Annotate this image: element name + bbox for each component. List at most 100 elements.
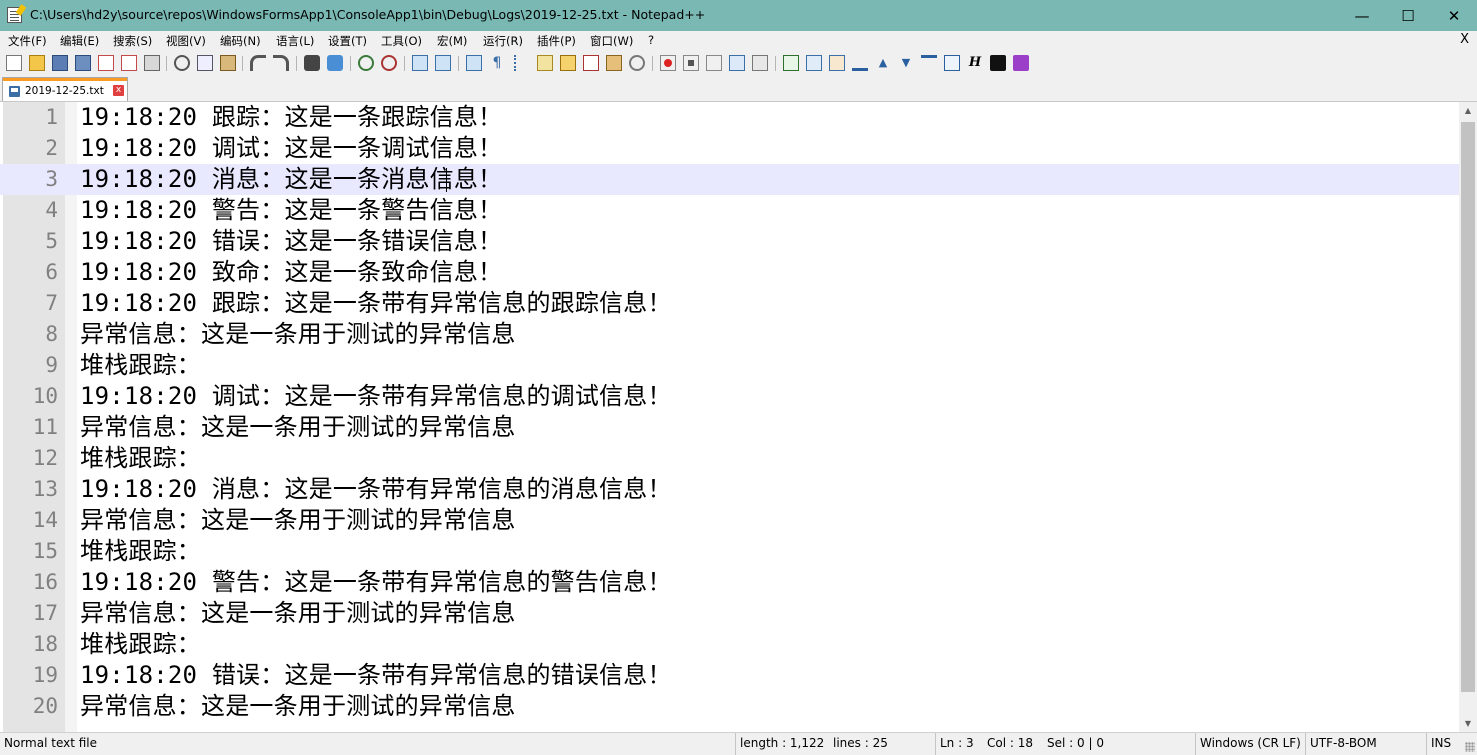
sync-vertical-icon[interactable] xyxy=(412,55,428,71)
menu-macro[interactable]: 宏(M) xyxy=(437,33,467,49)
line-number[interactable]: 16 xyxy=(3,567,58,598)
editor-line[interactable]: 8 异常信息：这是一条用于测试的异常信息 xyxy=(0,319,1459,350)
folder-workspace-icon[interactable] xyxy=(583,55,599,71)
line-number[interactable]: 19 xyxy=(3,660,58,691)
editor-line[interactable]: 18 堆栈跟踪： xyxy=(0,629,1459,660)
line-number[interactable]: 10 xyxy=(3,381,58,412)
line-text[interactable]: 19:18:20 致命：这是一条致命信息！ xyxy=(80,257,502,288)
first-diff-icon[interactable] xyxy=(852,55,868,71)
line-text[interactable]: 堆栈跟踪： xyxy=(80,536,201,567)
line-number[interactable]: 2 xyxy=(3,133,58,164)
line-text[interactable]: 19:18:20 跟踪：这是一条跟踪信息！ xyxy=(80,102,502,133)
menu-edit[interactable]: 编辑(E) xyxy=(60,33,99,49)
editor-line[interactable]: 11 异常信息：这是一条用于测试的异常信息 xyxy=(0,412,1459,443)
new-file-icon[interactable] xyxy=(6,55,22,71)
menu-run[interactable]: 运行(R) xyxy=(483,33,523,49)
play-macro-icon[interactable] xyxy=(706,55,722,71)
line-text[interactable]: 异常信息：这是一条用于测试的异常信息 xyxy=(80,691,516,722)
menu-file[interactable]: 文件(F) xyxy=(8,33,47,49)
redo-icon[interactable] xyxy=(273,55,289,71)
scroll-down-icon[interactable]: ▼ xyxy=(1459,715,1477,732)
menu-view[interactable]: 视图(V) xyxy=(166,33,206,49)
line-number[interactable]: 17 xyxy=(3,598,58,629)
editor-line[interactable]: 7 19:18:20 跟踪：这是一条带有异常信息的跟踪信息！ xyxy=(0,288,1459,319)
editor-line[interactable]: 13 19:18:20 消息：这是一条带有异常信息的消息信息！ xyxy=(0,474,1459,505)
tab-close-icon[interactable]: x xyxy=(113,85,124,96)
save-all-icon[interactable] xyxy=(75,55,91,71)
undo-icon[interactable] xyxy=(250,55,266,71)
show-all-chars-icon[interactable]: ¶ xyxy=(489,55,505,71)
line-text[interactable]: 19:18:20 错误：这是一条错误信息！ xyxy=(80,226,502,257)
menu-tools[interactable]: 工具(O) xyxy=(381,33,422,49)
editor-line[interactable]: 16 19:18:20 警告：这是一条带有异常信息的警告信息！ xyxy=(0,567,1459,598)
record-macro-icon[interactable] xyxy=(660,55,676,71)
line-text[interactable]: 异常信息：这是一条用于测试的异常信息 xyxy=(80,319,516,350)
line-text[interactable]: 堆栈跟踪： xyxy=(80,350,201,381)
paste-icon[interactable] xyxy=(220,55,236,71)
line-text[interactable]: 19:18:20 消息：这是一条带有异常信息的消息信息！ xyxy=(80,474,672,505)
editor-line[interactable]: 3 19:18:20 消息：这是一条消息信息！ xyxy=(0,164,1459,195)
line-number[interactable]: 4 xyxy=(3,195,58,226)
line-text[interactable]: 堆栈跟踪： xyxy=(80,629,201,660)
line-number[interactable]: 14 xyxy=(3,505,58,536)
line-number[interactable]: 5 xyxy=(3,226,58,257)
sync-horizontal-icon[interactable] xyxy=(435,55,451,71)
line-number[interactable]: 6 xyxy=(3,257,58,288)
heading-icon[interactable]: H xyxy=(967,55,983,71)
monitoring-icon[interactable] xyxy=(606,55,622,71)
line-number[interactable]: 9 xyxy=(3,350,58,381)
line-number[interactable]: 12 xyxy=(3,443,58,474)
print-icon[interactable] xyxy=(144,55,160,71)
editor-line[interactable]: 9 堆栈跟踪： xyxy=(0,350,1459,381)
editor-line[interactable]: 14 异常信息：这是一条用于测试的异常信息 xyxy=(0,505,1459,536)
editor-line[interactable]: 5 19:18:20 错误：这是一条错误信息！ xyxy=(0,226,1459,257)
line-text[interactable]: 19:18:20 调试：这是一条带有异常信息的调试信息！ xyxy=(80,381,672,412)
resize-grip[interactable] xyxy=(1465,742,1475,752)
save-icon[interactable] xyxy=(52,55,68,71)
line-number[interactable]: 8 xyxy=(3,319,58,350)
function-list-icon[interactable] xyxy=(560,55,576,71)
doc-map-icon[interactable] xyxy=(537,55,553,71)
line-text[interactable]: 异常信息：这是一条用于测试的异常信息 xyxy=(80,412,516,443)
menu-plugins[interactable]: 插件(P) xyxy=(537,33,576,49)
line-text[interactable]: 19:18:20 消息：这是一条消息信息！ xyxy=(80,164,502,195)
notepadpp-app-icon[interactable] xyxy=(7,7,22,23)
line-number[interactable]: 20 xyxy=(3,691,58,722)
status-eol-format[interactable]: Windows (CR LF) xyxy=(1195,733,1301,755)
compare-clear-icon[interactable] xyxy=(806,55,822,71)
status-insert-mode[interactable]: INS xyxy=(1426,733,1451,755)
editor-area[interactable]: 1 19:18:20 跟踪：这是一条跟踪信息！ 2 19:18:20 调试：这是一条调… xyxy=(0,102,1459,732)
next-diff-icon[interactable]: ▼ xyxy=(898,55,914,71)
cut-icon[interactable] xyxy=(174,55,190,71)
line-number[interactable]: 1 xyxy=(3,102,58,133)
eye-icon[interactable] xyxy=(629,55,645,71)
close-window-button[interactable]: ✕ xyxy=(1431,0,1477,31)
editor-line[interactable]: 6 19:18:20 致命：这是一条致命信息！ xyxy=(0,257,1459,288)
save-macro-icon[interactable] xyxy=(752,55,768,71)
menu-encoding[interactable]: 编码(N) xyxy=(220,33,261,49)
zoom-in-icon[interactable] xyxy=(358,55,374,71)
close-document-button[interactable]: X xyxy=(1460,32,1469,47)
line-text[interactable]: 异常信息：这是一条用于测试的异常信息 xyxy=(80,505,516,536)
compare-nav-icon[interactable] xyxy=(829,55,845,71)
close-all-icon[interactable] xyxy=(121,55,137,71)
menu-search[interactable]: 搜索(S) xyxy=(113,33,152,49)
scrollbar-thumb[interactable] xyxy=(1461,122,1475,692)
line-text[interactable]: 19:18:20 调试：这是一条调试信息！ xyxy=(80,133,502,164)
indent-guide-icon[interactable] xyxy=(514,55,530,71)
compare-icon[interactable] xyxy=(783,55,799,71)
editor-line[interactable]: 4 19:18:20 警告：这是一条警告信息！ xyxy=(0,195,1459,226)
close-file-icon[interactable] xyxy=(98,55,114,71)
compare-settings-icon[interactable] xyxy=(944,55,960,71)
editor-line[interactable]: 15 堆栈跟踪： xyxy=(0,536,1459,567)
minimize-button[interactable]: — xyxy=(1339,0,1385,31)
markdown-icon[interactable] xyxy=(990,55,1006,71)
line-text[interactable]: 19:18:20 跟踪：这是一条带有异常信息的跟踪信息！ xyxy=(80,288,672,319)
line-text[interactable]: 堆栈跟踪： xyxy=(80,443,201,474)
editor-line[interactable]: 17 异常信息：这是一条用于测试的异常信息 xyxy=(0,598,1459,629)
stop-record-icon[interactable] xyxy=(683,55,699,71)
status-encoding[interactable]: UTF-8-BOM xyxy=(1305,733,1377,755)
open-file-icon[interactable] xyxy=(29,55,45,71)
copy-icon[interactable] xyxy=(197,55,213,71)
line-text[interactable]: 19:18:20 警告：这是一条警告信息！ xyxy=(80,195,502,226)
